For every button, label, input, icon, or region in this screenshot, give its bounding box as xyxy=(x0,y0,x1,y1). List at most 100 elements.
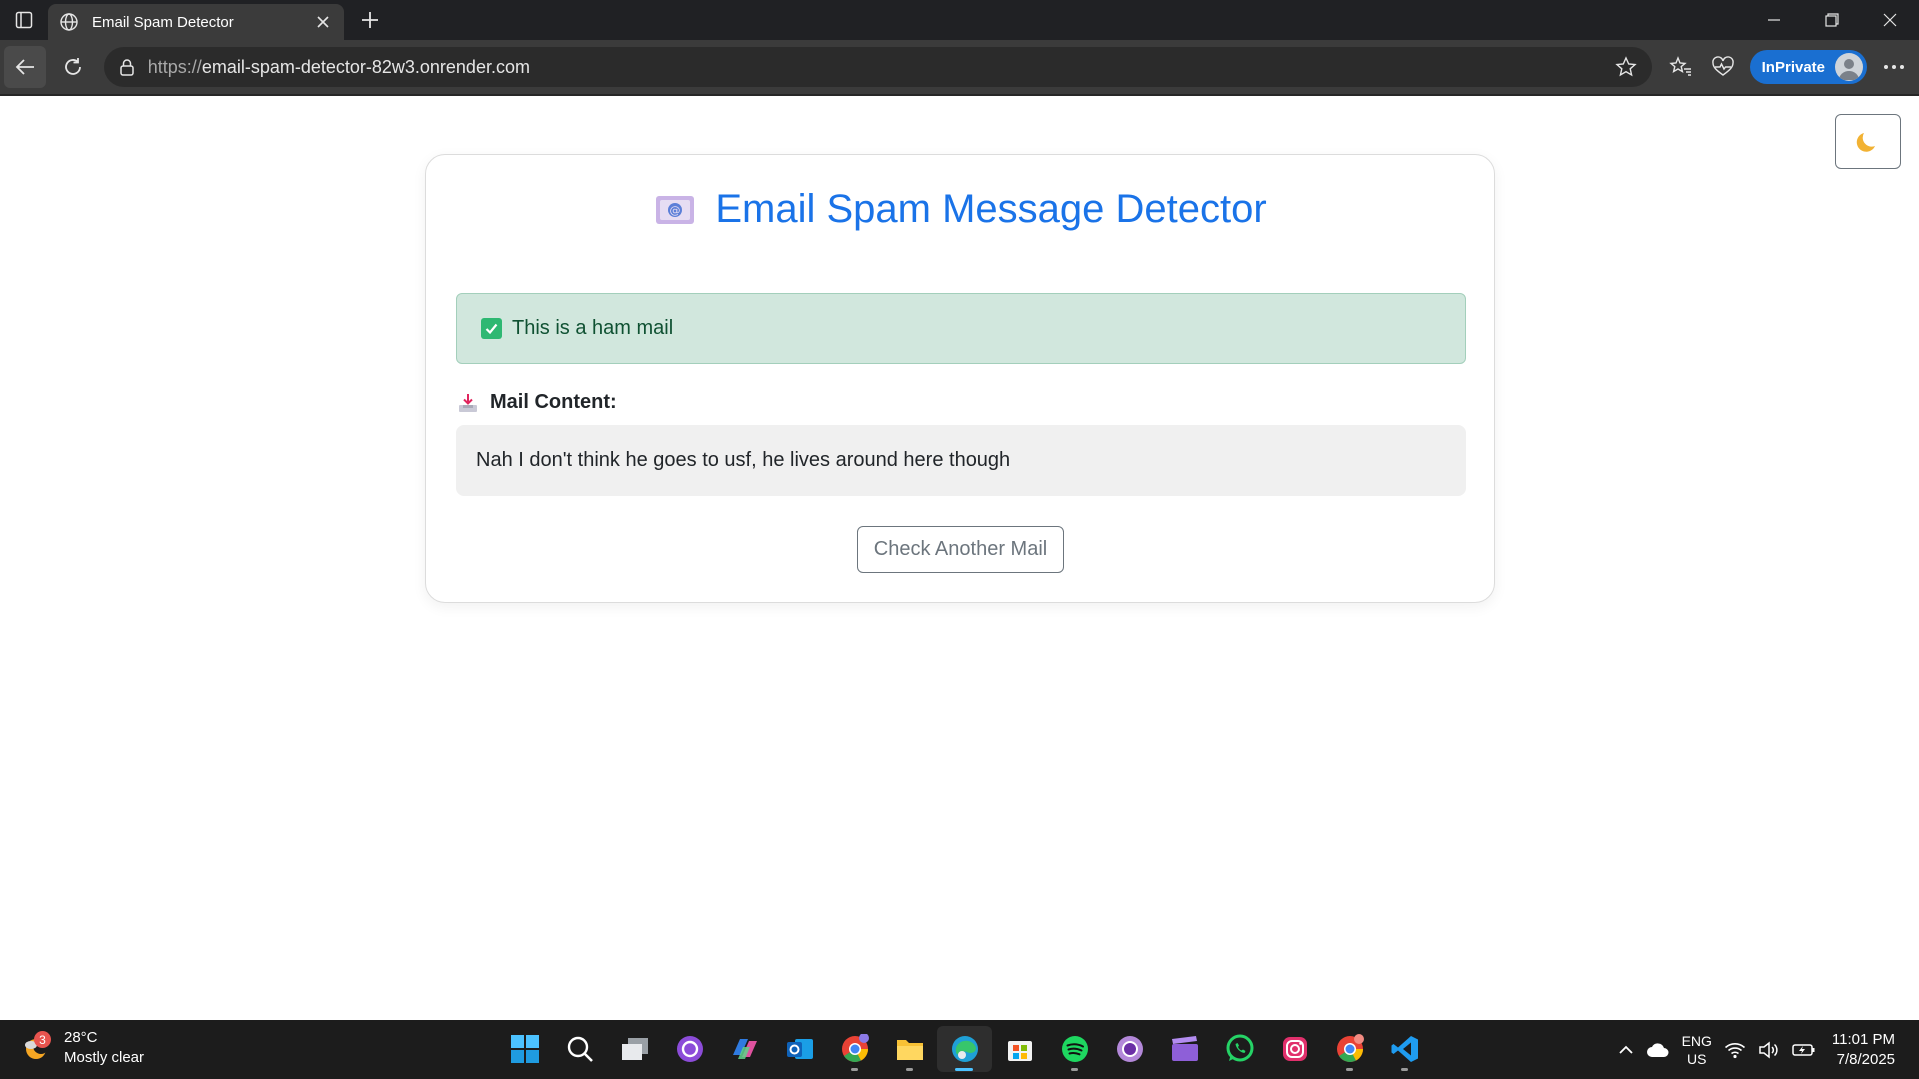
chrome-icon xyxy=(841,1034,869,1062)
lock-icon[interactable] xyxy=(116,56,138,78)
instagram-app[interactable] xyxy=(1267,1026,1322,1072)
microsoft-store-icon xyxy=(1007,1041,1032,1061)
minimize-button[interactable] xyxy=(1745,0,1803,40)
toolbar-right: InPrivate xyxy=(1660,46,1915,88)
clock[interactable]: 11:01 PM 7/8/2025 xyxy=(1822,1020,1919,1079)
task-view-icon xyxy=(621,1038,648,1060)
clapperboard-app[interactable] xyxy=(1157,1026,1212,1072)
page-title-text: Email Spam Message Detector xyxy=(715,187,1267,231)
weather-icon: 3 xyxy=(20,1031,54,1065)
running-indicator xyxy=(1346,1068,1353,1071)
favorite-star-icon[interactable] xyxy=(1612,53,1640,81)
running-indicator xyxy=(1401,1068,1408,1071)
svg-text:@: @ xyxy=(670,204,681,217)
more-options-icon xyxy=(1884,65,1905,69)
page-title: @ Email Spam Message Detector xyxy=(426,187,1496,232)
mail-content-text: Nah I don't think he goes to usf, he liv… xyxy=(476,449,1011,471)
circle-app[interactable] xyxy=(1102,1026,1157,1072)
browser-titlebar: Email Spam Detector xyxy=(0,0,1919,40)
volume-icon xyxy=(1759,1040,1778,1059)
onedrive-button[interactable] xyxy=(1640,1020,1676,1079)
inbox-tray-icon xyxy=(459,393,477,412)
close-window-button[interactable] xyxy=(1861,0,1919,40)
m365-app[interactable] xyxy=(717,1026,772,1072)
mail-content-label-text: Mail Content: xyxy=(490,391,617,413)
microsoft-store-app[interactable] xyxy=(992,1026,1047,1072)
new-tab-button[interactable] xyxy=(348,2,392,38)
file-explorer-icon xyxy=(896,1040,923,1060)
mail-content-box: Nah I don't think he goes to usf, he liv… xyxy=(456,425,1466,496)
close-icon xyxy=(1883,13,1897,27)
start-button[interactable] xyxy=(497,1026,552,1072)
github-desktop-app[interactable] xyxy=(662,1026,717,1072)
address-bar[interactable]: https://email-spam-detector-82w3.onrende… xyxy=(103,47,1652,87)
edge-icon xyxy=(951,1036,978,1062)
url-prefix: https:// xyxy=(147,56,202,77)
search-icon xyxy=(567,1036,593,1062)
detector-card: @ Email Spam Message Detector This is a … xyxy=(425,154,1495,603)
network-button[interactable] xyxy=(1718,1020,1752,1079)
vscode-app[interactable] xyxy=(1377,1026,1432,1072)
moon-icon xyxy=(1856,132,1875,152)
plus-icon xyxy=(362,12,378,28)
running-indicator xyxy=(906,1068,913,1071)
chrome-canary-icon xyxy=(1336,1034,1364,1062)
chevron-up-icon xyxy=(1618,1045,1633,1054)
outlook-icon xyxy=(786,1039,813,1059)
avatar-icon xyxy=(1835,53,1864,81)
taskbar-pinned-apps xyxy=(497,1026,1432,1072)
weather-desc: Mostly clear xyxy=(64,1049,145,1066)
heart-pulse-icon xyxy=(1711,56,1734,76)
file-explorer-app[interactable] xyxy=(882,1026,937,1072)
weather-widget[interactable]: 3 28°C Mostly clear xyxy=(20,1028,144,1068)
whatsapp-app[interactable] xyxy=(1212,1026,1267,1072)
outlook-app[interactable] xyxy=(772,1026,827,1072)
clock-time: 11:01 PM xyxy=(1831,1030,1895,1048)
browser-tab[interactable]: Email Spam Detector xyxy=(48,4,344,40)
browser-essentials-button[interactable] xyxy=(1702,46,1744,88)
spotify-app[interactable] xyxy=(1047,1026,1102,1072)
back-button[interactable] xyxy=(4,46,46,88)
weather-temp: 28°C xyxy=(64,1029,98,1046)
favorites-button[interactable] xyxy=(1660,46,1702,88)
minimize-icon xyxy=(1768,19,1780,21)
settings-menu-button[interactable] xyxy=(1873,46,1915,88)
url-domain: email-spam-detector-82w3.onrender.com xyxy=(201,56,530,77)
chrome-canary-app[interactable] xyxy=(1322,1026,1377,1072)
tab-close-icon[interactable] xyxy=(312,11,334,33)
search-button[interactable] xyxy=(552,1026,607,1072)
circle-app-icon xyxy=(1116,1036,1143,1062)
weather-badge: 3 xyxy=(34,1031,51,1048)
system-tray: ENG US 11:01 PM 7/8/2025 xyxy=(1612,1020,1919,1079)
inprivate-label: InPrivate xyxy=(1761,58,1826,76)
show-hidden-icons-button[interactable] xyxy=(1612,1020,1640,1079)
check-another-mail-button[interactable]: Check Another Mail xyxy=(857,526,1064,573)
language-indicator[interactable]: ENG US xyxy=(1676,1020,1718,1079)
tab-actions-button[interactable] xyxy=(0,0,48,40)
github-desktop-icon xyxy=(676,1036,703,1062)
refresh-button[interactable] xyxy=(52,46,94,88)
instagram-icon xyxy=(1282,1037,1307,1061)
battery-button[interactable] xyxy=(1786,1020,1822,1079)
restore-button[interactable] xyxy=(1803,0,1861,40)
refresh-icon xyxy=(64,58,81,75)
task-view-button[interactable] xyxy=(607,1026,662,1072)
check-mark-icon xyxy=(481,318,502,339)
arrow-left-icon xyxy=(15,59,34,75)
favorites-icon xyxy=(1668,56,1691,76)
window-controls xyxy=(1745,0,1919,40)
globe-icon xyxy=(58,11,80,33)
m365-icon xyxy=(732,1039,757,1059)
mail-content-label: Mail Content: xyxy=(458,391,617,414)
email-icon: @ xyxy=(656,195,695,224)
theme-toggle-button[interactable] xyxy=(1835,114,1901,169)
result-alert: This is a ham mail xyxy=(456,293,1466,364)
vscode-icon xyxy=(1391,1036,1418,1062)
tab-actions-icon xyxy=(15,11,33,29)
volume-button[interactable] xyxy=(1752,1020,1786,1079)
start-icon xyxy=(510,1035,539,1063)
chrome-app[interactable] xyxy=(827,1026,882,1072)
edge-app[interactable] xyxy=(937,1026,992,1072)
clapperboard-icon xyxy=(1171,1036,1198,1061)
inprivate-button[interactable]: InPrivate xyxy=(1749,50,1868,84)
